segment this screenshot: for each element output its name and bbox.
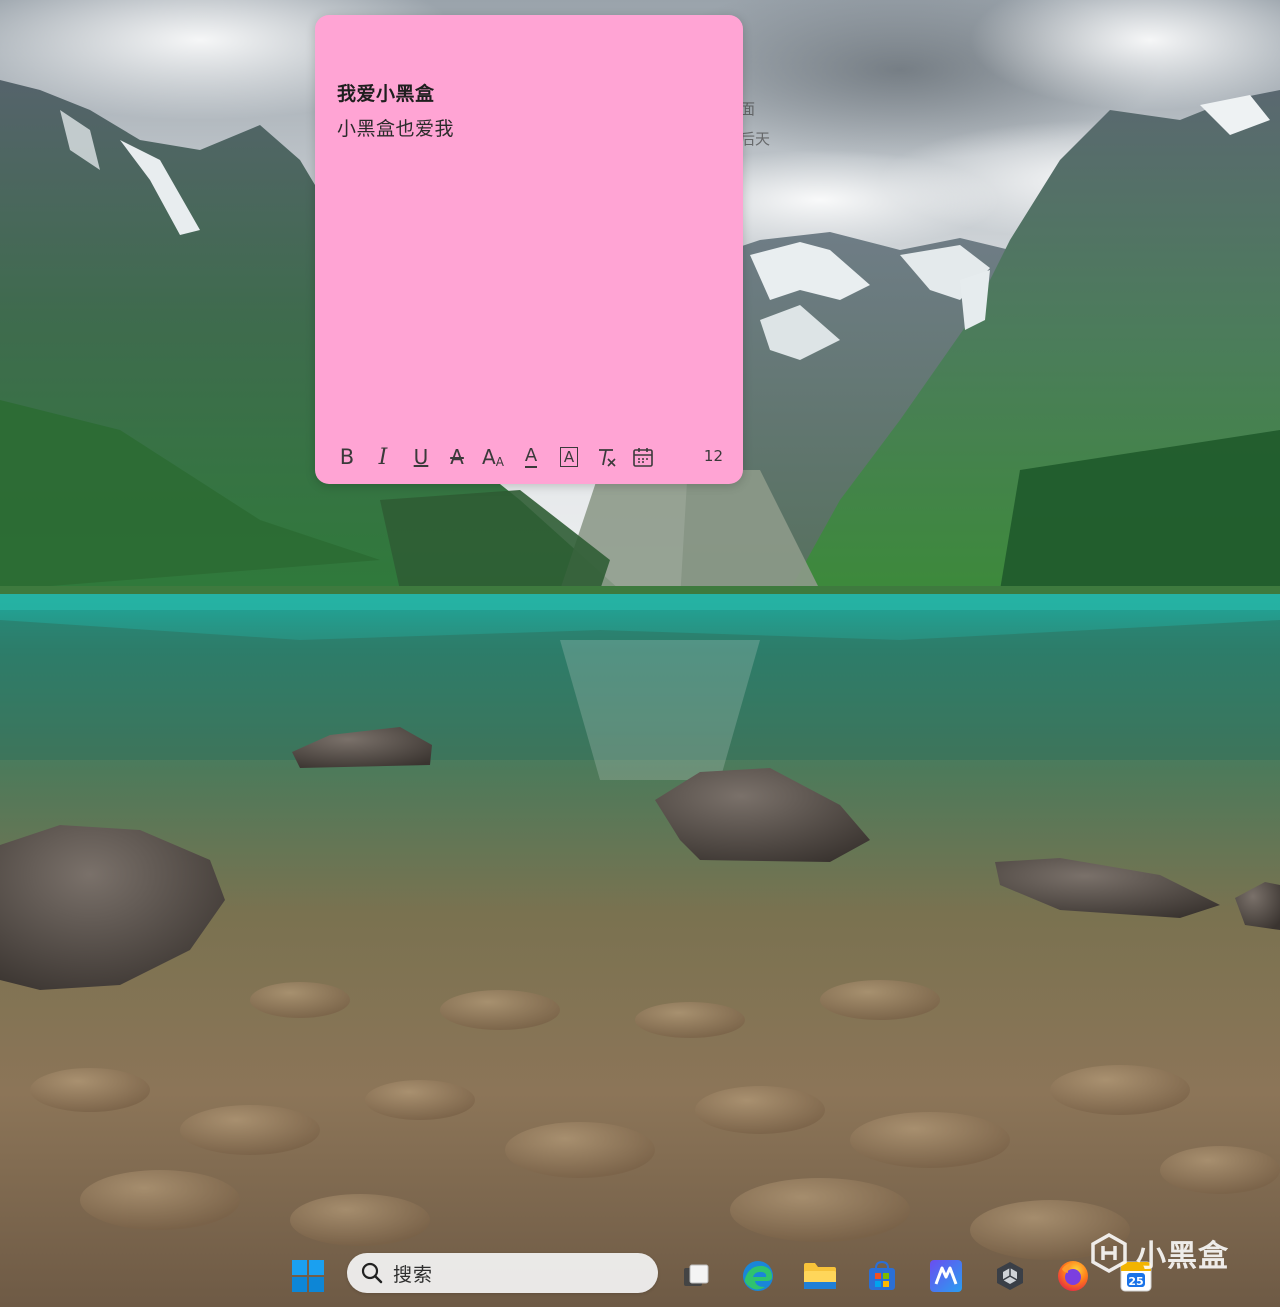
task-view-button[interactable] (678, 1258, 714, 1294)
firefox-icon (1058, 1261, 1088, 1291)
edge-button[interactable] (740, 1258, 776, 1294)
task-view-icon (684, 1264, 709, 1286)
strikethrough-button[interactable]: A (443, 443, 471, 471)
search-label: 搜索 (393, 1263, 434, 1286)
underline-button[interactable]: U (407, 443, 435, 471)
weather-widget-peek: 面 后天 (740, 94, 770, 154)
app-m-button[interactable] (928, 1258, 964, 1294)
highlight-icon: A (559, 447, 579, 467)
start-button[interactable] (290, 1258, 326, 1294)
file-explorer-button[interactable] (802, 1258, 838, 1294)
widget-peek-line2: 后天 (740, 130, 771, 148)
app-unity-button[interactable] (992, 1258, 1028, 1294)
firefox-button[interactable] (1055, 1258, 1091, 1294)
calendar-icon (633, 448, 653, 467)
note-body[interactable]: 小黑盒也爱我 (337, 114, 454, 141)
app-m-icon (930, 1260, 962, 1292)
bold-button[interactable]: B (333, 443, 361, 471)
xiaoheihe-watermark: 小黑盒 (1088, 1228, 1274, 1278)
widget-peek-line1: 面 (740, 100, 756, 118)
font-size-icon: A A (482, 445, 504, 469)
taskbar-search-box[interactable]: 搜索 (347, 1253, 658, 1293)
font-size-button[interactable]: A A (479, 443, 507, 471)
sticky-note[interactable]: 我爱小黑盒 小黑盒也爱我 B I U A A A A A 12 (315, 15, 743, 484)
microsoft-store-icon (869, 1260, 895, 1290)
app-unity-icon (997, 1262, 1023, 1290)
clear-format-icon (599, 449, 616, 467)
edge-icon (743, 1261, 773, 1291)
bold-icon: B (339, 445, 355, 469)
note-title[interactable]: 我爱小黑盒 (337, 79, 435, 106)
italic-icon: I (378, 444, 388, 470)
watermark-text: 小黑盒 (1136, 1239, 1229, 1274)
font-color-icon: A (524, 445, 538, 468)
highlight-button[interactable]: A (555, 443, 583, 471)
windows-start-icon (292, 1260, 324, 1292)
font-color-button[interactable]: A (517, 443, 545, 471)
note-formatting-toolbar: B I U A A A A A 12 (333, 443, 733, 471)
clear-format-button[interactable] (593, 443, 621, 471)
insert-date-button[interactable] (629, 443, 657, 471)
microsoft-store-button[interactable] (864, 1258, 900, 1294)
file-explorer-icon (804, 1263, 836, 1289)
italic-button[interactable]: I (369, 443, 397, 471)
character-count: 12 (703, 447, 723, 465)
strikethrough-icon: A (450, 445, 464, 469)
xiaoheihe-logo-icon (1091, 1232, 1127, 1274)
underline-icon: U (413, 445, 429, 469)
search-icon (361, 1262, 383, 1284)
